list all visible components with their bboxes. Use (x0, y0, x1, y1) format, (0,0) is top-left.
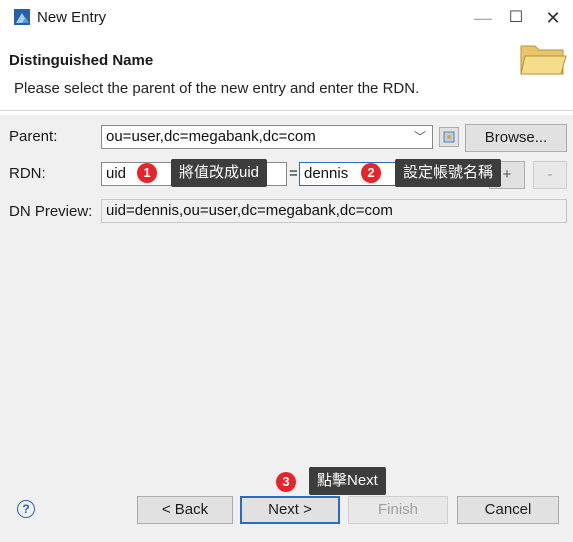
rdn-equals-sign: = (289, 165, 298, 182)
parent-combo[interactable]: ou=user,dc=megabank,dc=com ﹀ (101, 125, 433, 149)
annotation-badge-2: 2 (361, 163, 381, 183)
next-button[interactable]: Next > (240, 496, 340, 524)
annotation-callout-3: 點擊Next (309, 467, 386, 495)
annotation-badge-1: 1 (137, 163, 157, 183)
browse-button[interactable]: Browse... (465, 124, 567, 152)
app-icon (14, 9, 30, 25)
parent-value: ou=user,dc=megabank,dc=com (106, 128, 316, 145)
dn-preview-label: DN Preview: (9, 203, 93, 220)
cancel-button[interactable]: Cancel (457, 496, 559, 524)
annotation-callout-1: 將值改成uid (171, 159, 268, 187)
finish-button[interactable]: Finish (348, 496, 448, 524)
page-description: Please select the parent of the new entr… (14, 80, 420, 97)
header-separator (0, 110, 573, 111)
window-title: New Entry (37, 9, 107, 26)
maximize-button[interactable]: ☐ (501, 4, 531, 32)
rdn-label: RDN: (9, 165, 46, 182)
minimize-button[interactable]: — (468, 4, 498, 32)
annotation-callout-2: 設定帳號名稱 (395, 159, 502, 187)
dn-preview-field: uid=dennis,ou=user,dc=megabank,dc=com (101, 199, 567, 223)
parent-label: Parent: (9, 128, 58, 145)
chevron-down-icon[interactable]: ﹀ (414, 126, 426, 148)
close-button[interactable]: ✕ (538, 4, 568, 32)
folder-icon (520, 45, 567, 75)
entry-history-icon (443, 131, 455, 143)
remove-rdn-button[interactable]: - (533, 161, 567, 189)
page-title: Distinguished Name (9, 52, 154, 69)
history-button[interactable] (439, 127, 459, 147)
annotation-badge-3: 3 (276, 472, 296, 492)
help-icon[interactable]: ? (17, 500, 35, 518)
back-button[interactable]: < Back (137, 496, 233, 524)
